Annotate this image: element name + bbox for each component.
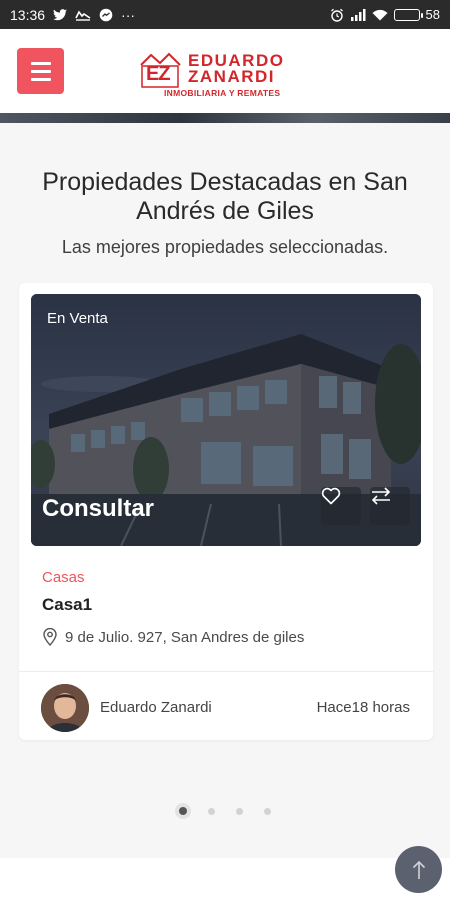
carousel-dot-1[interactable] (169, 804, 197, 818)
carousel-dot-3[interactable] (225, 804, 253, 818)
twitter-icon (53, 8, 68, 21)
favorite-button[interactable] (321, 487, 361, 525)
agent-photo (41, 684, 89, 732)
agent-name[interactable]: Eduardo Zanardi (100, 699, 212, 716)
property-photo[interactable]: En Venta Consultar (31, 294, 421, 546)
messenger-icon (99, 8, 113, 22)
carousel-dot-2[interactable] (197, 804, 225, 818)
location-pin-icon (43, 628, 57, 646)
scroll-to-top-button[interactable] (395, 846, 442, 893)
property-card[interactable]: En Venta Consultar Casas Casa1 9 de Juli (19, 283, 433, 740)
logo-name: EDUARDO ZANARDI (188, 52, 284, 86)
agent-avatar[interactable] (41, 684, 89, 732)
logo-tagline: INMOBILIARIA Y REMATES (164, 88, 281, 98)
menu-button[interactable] (17, 48, 64, 94)
featured-properties-section: Propiedades Destacadas en San Andrés de … (0, 123, 450, 858)
status-bar: 13:36 ··· 58 (0, 0, 450, 29)
alarm-icon (330, 8, 344, 22)
carousel-dot-4[interactable] (253, 804, 281, 818)
card-divider (19, 671, 433, 672)
compare-button[interactable] (370, 487, 410, 525)
section-title: Propiedades Destacadas en San Andrés de … (42, 168, 408, 225)
logo-mark: EZ (146, 63, 171, 85)
carousel-pagination (0, 804, 450, 818)
status-tag: En Venta (47, 310, 108, 327)
status-more-dots: ··· (121, 6, 136, 23)
section-subtitle: Las mejores propiedades seleccionadas. (61, 237, 389, 257)
property-category[interactable]: Casas (42, 569, 85, 586)
status-time: 13:36 (10, 6, 46, 23)
property-title[interactable]: Casa1 (42, 595, 92, 615)
footer-area (0, 858, 450, 900)
site-header: EZ EDUARDO ZANARDI INMOBILIARIA Y REMATE… (0, 29, 450, 113)
address-text: 9 de Julio. 927, San Andres de giles (65, 628, 305, 646)
property-address: 9 de Julio. 927, San Andres de giles (42, 628, 304, 646)
signal-icon (350, 8, 366, 21)
battery-icon (393, 8, 423, 21)
logo-name-line2: ZANARDI (188, 67, 275, 86)
arrow-up-icon (412, 860, 425, 879)
hero-image-strip (0, 113, 450, 123)
battery-percent: 58 (425, 7, 440, 22)
logo[interactable]: EZ EDUARDO ZANARDI INMOBILIARIA Y REMATE… (138, 49, 318, 99)
heart-icon (321, 487, 341, 505)
menu-icon (30, 61, 51, 65)
compare-arrows-icon (371, 487, 391, 505)
notification-icon (75, 9, 91, 21)
posted-time: Hace18 horas (316, 699, 410, 716)
wifi-icon (372, 9, 388, 21)
property-price: Consultar (42, 495, 155, 522)
